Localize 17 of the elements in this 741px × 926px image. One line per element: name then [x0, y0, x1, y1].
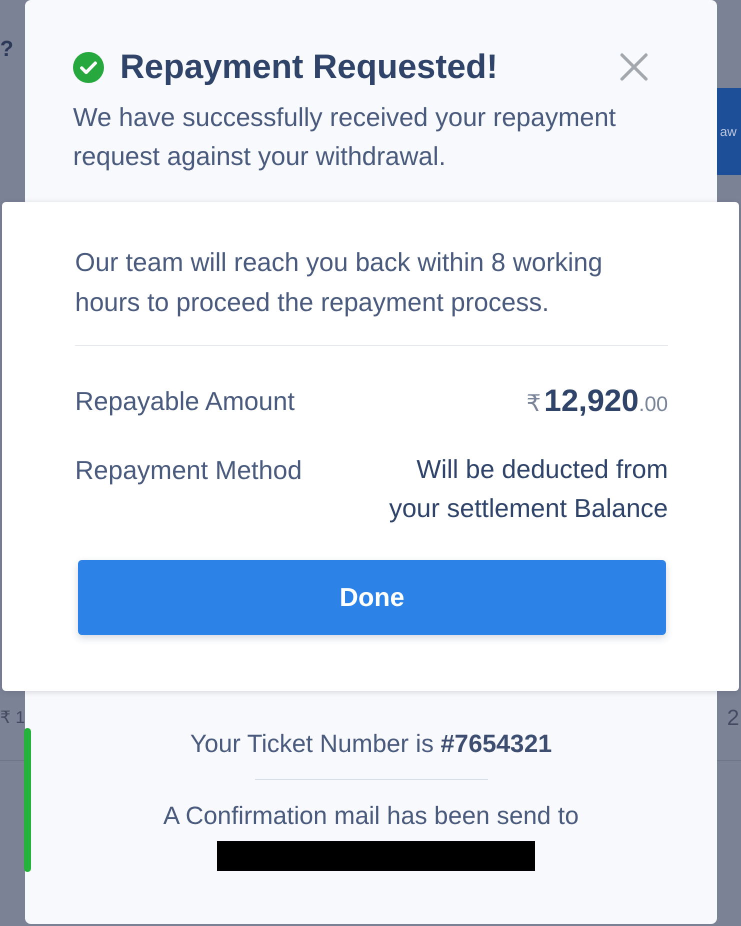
- done-button[interactable]: Done: [78, 560, 666, 635]
- page-text: ?: [0, 36, 14, 62]
- dialog-subtitle: We have successfully received your repayment request against your withdrawal.: [73, 101, 617, 173]
- close-icon: [620, 53, 648, 81]
- close-button[interactable]: [620, 53, 648, 81]
- amount-value: ₹12,920.00: [526, 382, 668, 420]
- success-check-icon: [73, 52, 104, 82]
- page-text: ₹ 1: [0, 707, 25, 729]
- page-text: 2: [727, 705, 740, 731]
- detail-label: Repayable Amount: [75, 385, 295, 418]
- dialog-title: Repayment Requested!: [120, 48, 499, 86]
- ticket-number-text: Your Ticket Number is #7654321: [190, 729, 552, 760]
- confirmation-text: A Confirmation mail has been send to: [163, 801, 579, 832]
- card-message: Our team will reach you back within 8 working hours to proceed the repayment process.: [75, 246, 604, 319]
- page-button[interactable]: aw: [717, 88, 741, 175]
- detail-label: Repayment Method: [75, 454, 302, 487]
- detail-value: Will be deducted from your settlement Balance: [388, 453, 668, 525]
